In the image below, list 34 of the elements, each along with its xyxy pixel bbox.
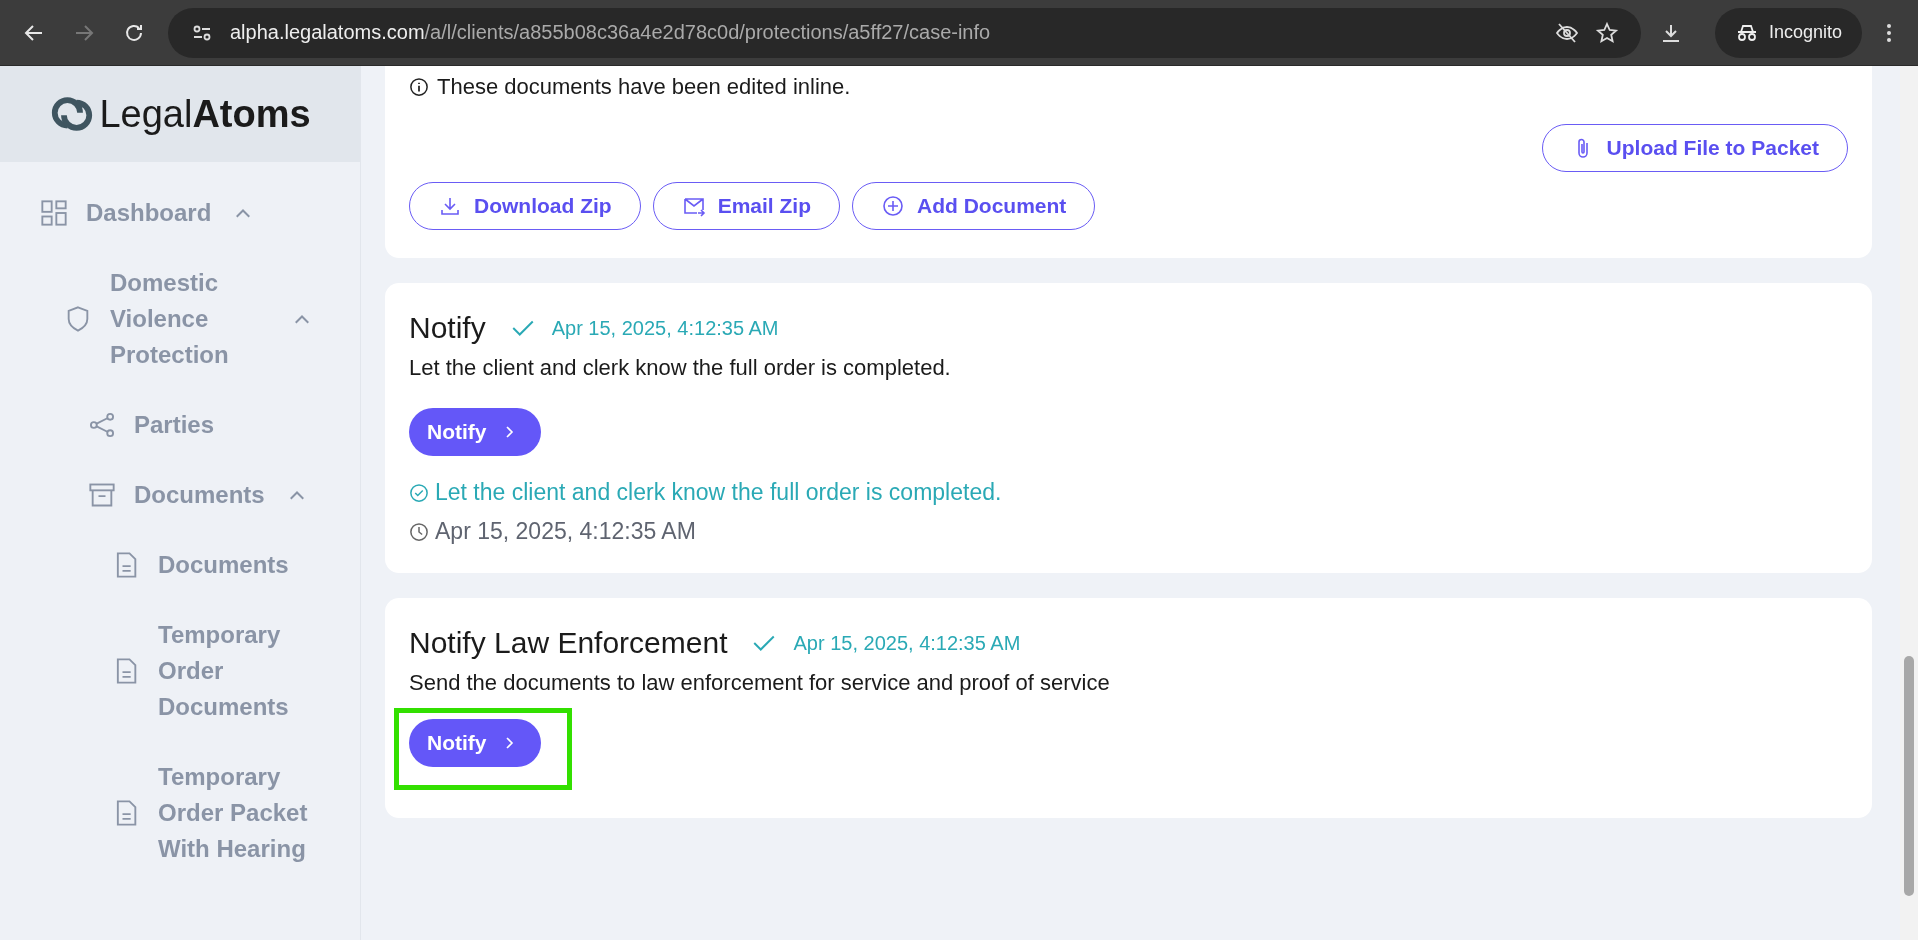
step-timestamp: Apr 15, 2025, 4:12:35 AM: [793, 631, 1021, 655]
share-icon: [88, 411, 116, 439]
clock-icon: [409, 521, 429, 542]
plus-circle-icon: [881, 194, 905, 218]
nav-item[interactable]: Domestic Violence Protection: [0, 248, 360, 390]
step-title: Notify: [409, 311, 486, 345]
upload-file-button[interactable]: Upload File to Packet: [1541, 124, 1848, 172]
nav-item[interactable]: Documents: [0, 460, 360, 530]
action-button[interactable]: Add Document: [852, 182, 1096, 230]
step-timestamp: Apr 15, 2025, 4:12:35 AM: [551, 316, 779, 340]
nav-item[interactable]: Parties: [0, 390, 360, 460]
nav-item[interactable]: Documents: [0, 530, 360, 600]
scrollbar[interactable]: [1900, 66, 1918, 940]
step-title: Notify Law Enforcement: [409, 626, 728, 660]
notify-button[interactable]: Notify: [409, 719, 541, 767]
nav-item[interactable]: Dashboard: [0, 178, 360, 248]
star-icon[interactable]: [1594, 20, 1619, 45]
archive-icon: [88, 481, 116, 509]
step-description: Send the documents to law enforcement for service and proof of service: [409, 670, 1111, 696]
notify-button[interactable]: Notify: [409, 408, 541, 456]
result-message: Let the client and clerk know the full order is completed.: [435, 479, 1002, 506]
grid-icon: [40, 199, 68, 227]
info-icon: [409, 77, 429, 97]
nav-item[interactable]: Temporary Order Documents: [0, 600, 360, 742]
check-circle-icon: [409, 482, 429, 503]
result-timestamp: Apr 15, 2025, 4:12:35 AM: [435, 518, 696, 545]
address-bar[interactable]: alpha.legalatoms.com/a/l/clients/a855b08c36a4e2d78c0d/protections/a5ff27/case-info: [168, 7, 1641, 58]
note-text: These documents have been edited inline.: [437, 74, 851, 100]
incognito-button[interactable]: Incognito: [1714, 7, 1862, 58]
action-button[interactable]: Email Zip: [652, 182, 840, 230]
nav-item[interactable]: Temporary Order Packet With Hearing: [0, 742, 360, 884]
step-description: Let the client and clerk know the full order is completed.: [409, 355, 952, 381]
logo-text: LegalAtoms: [99, 92, 311, 136]
action-button[interactable]: Download Zip: [409, 182, 641, 230]
